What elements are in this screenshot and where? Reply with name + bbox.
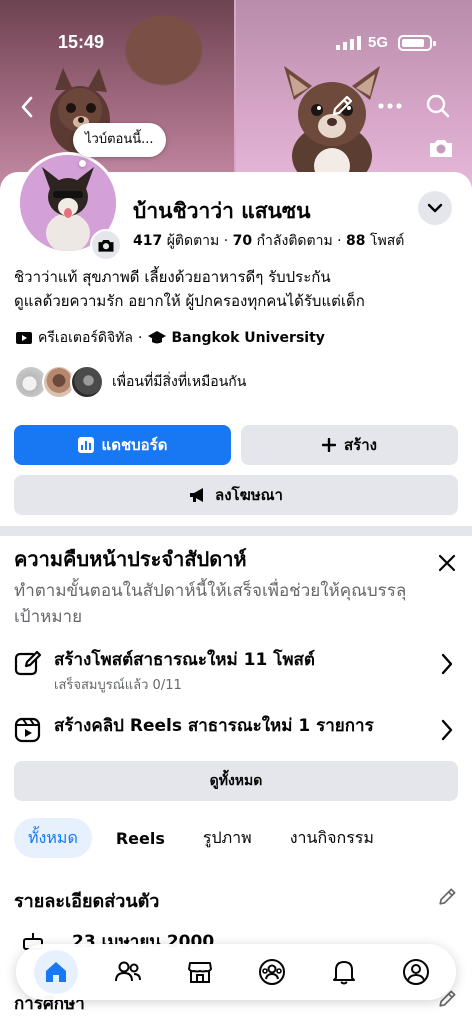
back-chevron-icon <box>21 96 33 118</box>
status-bubble[interactable]: ไวบ์ตอนนี้... <box>73 123 166 157</box>
marketplace-icon <box>188 962 212 983</box>
section-divider <box>0 526 472 536</box>
tab-events[interactable]: งานกิจกรรม <box>276 818 388 858</box>
profile-expand-button[interactable] <box>418 191 452 225</box>
bar-chart-icon <box>77 437 94 453</box>
category-text: ครีเอเตอร์ดิจิทัล <box>38 330 133 346</box>
reels-icon <box>14 717 41 743</box>
posts-label: โพสต์ <box>369 233 405 249</box>
chevron-right-icon <box>441 719 453 741</box>
nav-marketplace[interactable] <box>178 950 222 994</box>
task-create-reels[interactable]: สร้างคลิป Reels สาธารณะใหม่ 1 รายการ <box>14 710 458 764</box>
camera-icon <box>430 140 452 157</box>
more-dots-icon <box>378 103 402 109</box>
status-bar: 15:49 5G <box>0 30 472 58</box>
profile-name: บ้านชิวาว่า แสนซน <box>133 199 311 223</box>
mutual-friends-row[interactable]: เพื่อนที่มีสิ่งที่เหมือนกัน <box>14 363 246 401</box>
close-icon <box>438 554 456 572</box>
profile-icon <box>403 959 429 985</box>
nav-groups[interactable] <box>250 950 294 994</box>
more-options-button[interactable] <box>374 90 406 122</box>
edit-profile-button[interactable] <box>326 90 358 122</box>
graduation-cap-icon <box>147 328 167 348</box>
advertise-button[interactable]: ลงโฆษณา <box>14 475 458 515</box>
search-icon <box>426 94 450 118</box>
create-button[interactable]: สร้าง <box>241 425 458 465</box>
dashboard-button[interactable]: แดชบอร์ด <box>14 425 231 465</box>
cover-camera-button[interactable] <box>426 134 456 162</box>
followers-count[interactable]: 417 <box>133 233 162 249</box>
bio-line-1: ชิวาว่าแท้ สุขภาพดี เลี้ยงด้วยอาหารดีๆ ร… <box>14 268 331 286</box>
battery-icon <box>398 35 436 51</box>
search-button[interactable] <box>422 90 454 122</box>
profile-stats: 417 ผู้ติดตาม · 70 กำลังติดตาม · 88 โพสต… <box>133 233 405 249</box>
nav-home[interactable] <box>34 950 78 994</box>
edit-icon <box>14 650 42 676</box>
see-all-button[interactable]: ดูทั้งหมด <box>14 761 458 801</box>
chevron-right-icon <box>441 653 453 675</box>
followers-label[interactable]: ผู้ติดตาม <box>167 233 220 249</box>
see-all-label: ดูทั้งหมด <box>209 773 263 789</box>
groups-icon <box>259 959 285 985</box>
status-bubble-tail <box>79 160 86 167</box>
task-title: สร้างคลิป Reels สาธารณะใหม่ 1 รายการ <box>54 716 374 736</box>
posts-count: 88 <box>346 233 366 249</box>
nav-profile[interactable] <box>394 950 438 994</box>
following-label[interactable]: กำลังติดตาม <box>257 233 333 249</box>
tab-reels[interactable]: Reels <box>102 818 179 858</box>
bio-line-2: ดูแลด้วยความรัก อยากให้ ผู้ปกครองทุกคนได… <box>14 292 365 310</box>
tab-all[interactable]: ทั้งหมด <box>14 818 92 858</box>
profile-meta: ครีเอเตอร์ดิจิทัล · Bangkok University <box>14 327 325 349</box>
task-progress: เสร็จสมบูรณ์แล้ว 0/11 <box>54 678 182 693</box>
notifications-icon <box>333 961 355 985</box>
advertise-label: ลงโฆษณา <box>215 486 283 504</box>
camera-icon <box>98 239 114 252</box>
task-title: สร้างโพสต์สาธารณะใหม่ 11 โพสต์ <box>54 650 315 670</box>
friend-avatar <box>70 365 104 399</box>
close-weekly-button[interactable] <box>432 548 462 578</box>
personal-details-title: รายละเอียดส่วนตัว <box>14 891 160 912</box>
home-icon <box>46 962 66 982</box>
mutual-friends-text: เพื่อนที่มีสิ่งที่เหมือนกัน <box>112 374 247 390</box>
chevron-down-icon <box>427 203 443 213</box>
nav-notifications[interactable] <box>322 950 366 994</box>
creator-icon <box>14 328 34 348</box>
following-count[interactable]: 70 <box>233 233 252 249</box>
tab-photos[interactable]: รูปภาพ <box>189 818 266 858</box>
megaphone-icon <box>189 487 207 503</box>
avatar-camera-button[interactable] <box>90 229 122 261</box>
profile-tabs: ทั้งหมด Reels รูปภาพ งานกิจกรรม <box>14 818 398 858</box>
status-time: 15:49 <box>58 32 105 52</box>
task-create-posts[interactable]: สร้างโพสต์สาธารณะใหม่ 11 โพสต์ เสร็จสมบู… <box>14 644 458 698</box>
back-button[interactable] <box>12 92 42 122</box>
weekly-progress-title: ความคืบหน้าประจำสัปดาห์ <box>14 547 247 571</box>
friends-icon <box>115 961 141 982</box>
bottom-navigation <box>16 944 456 1000</box>
edit-details-pencil-icon[interactable] <box>436 886 458 908</box>
pencil-icon <box>332 95 353 116</box>
dashboard-label: แดชบอร์ด <box>101 436 168 454</box>
weekly-progress-subtitle: ทำตามขั้นตอนในสัปดาห์นี้ให้เสร็จเพื่อช่ว… <box>14 581 407 627</box>
create-label: สร้าง <box>344 436 377 454</box>
university-link[interactable]: Bangkok University <box>171 330 324 346</box>
plus-icon <box>322 438 337 452</box>
nav-friends[interactable] <box>106 950 150 994</box>
signal-icon <box>336 36 361 50</box>
network-label: 5G <box>368 34 389 51</box>
profile-bio: ชิวาว่าแท้ สุขภาพดี เลี้ยงด้วยอาหารดีๆ ร… <box>14 265 454 313</box>
